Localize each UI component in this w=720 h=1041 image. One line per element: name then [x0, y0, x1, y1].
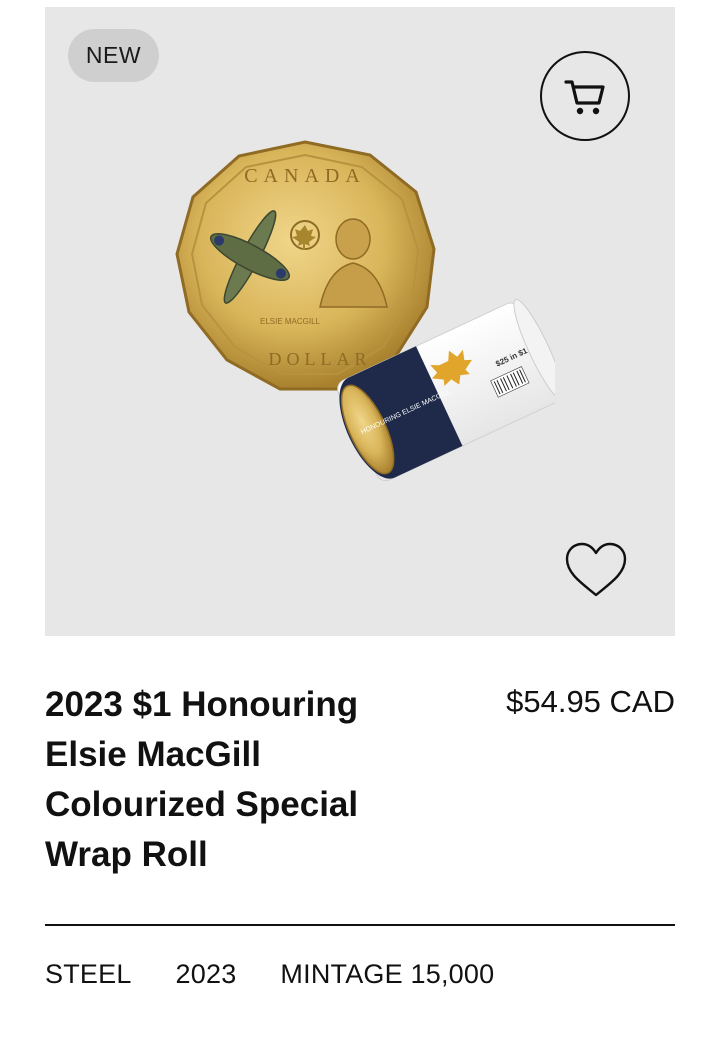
cart-icon: [564, 80, 605, 115]
divider: [45, 924, 675, 926]
heart-icon: [565, 542, 627, 597]
product-image-area[interactable]: NEW CANADA DOLLAR ELSIE MACGILL $25 in $…: [45, 7, 675, 636]
loonie-coin: CANADA DOLLAR ELSIE MACGILL: [175, 140, 436, 391]
spec-metal: STEEL: [45, 958, 132, 989]
coin-name-text: ELSIE MACGILL: [260, 317, 321, 326]
spec-year: 2023: [175, 958, 237, 989]
add-to-cart-button[interactable]: [540, 51, 630, 141]
product-price: $54.95 CAD: [506, 684, 675, 719]
add-to-wishlist-button[interactable]: [560, 537, 632, 603]
product-specs: STEEL 2023 MINTAGE 15,000: [45, 952, 494, 996]
coin-and-roll-image: CANADA DOLLAR ELSIE MACGILL $25 in $1 HO…: [175, 140, 555, 482]
coin-top-text: CANADA: [244, 165, 366, 187]
spec-mintage: MINTAGE 15,000: [280, 958, 495, 989]
new-badge: NEW: [68, 29, 159, 82]
coin-bottom-text: DOLLAR: [269, 349, 372, 369]
product-title[interactable]: 2023 $1 Honouring Elsie MacGill Colouriz…: [45, 680, 405, 880]
